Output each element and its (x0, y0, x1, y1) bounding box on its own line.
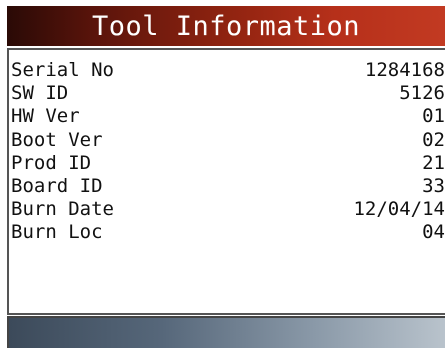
row-value: 01 (422, 105, 445, 128)
list-item-prod-id: Prod ID 21 (11, 152, 445, 175)
list-item-serial-no: Serial No 1284168 (11, 59, 445, 82)
row-label: Boot Ver (11, 128, 103, 151)
row-value: 02 (422, 128, 445, 151)
list-item-sw-id: SW ID 5126 (11, 82, 445, 105)
row-label: SW ID (11, 82, 69, 105)
list-item-boot-ver: Boot Ver 02 (11, 129, 445, 152)
list-item-board-id: Board ID 33 (11, 175, 445, 198)
list-item-burn-date: Burn Date 12/04/14 (11, 198, 445, 221)
row-value: 1284168 (364, 59, 445, 81)
row-value: 12/04/14 (353, 198, 445, 221)
page-title: Tool Information (91, 10, 361, 42)
row-value: 5126 (399, 82, 445, 105)
row-label: HW Ver (11, 105, 80, 128)
list-item-burn-loc: Burn Loc 04 (11, 221, 445, 244)
info-panel: Serial No 1284168 SW ID 5126 HW Ver 01 B… (7, 48, 445, 315)
row-value: 21 (422, 151, 445, 174)
row-value: 33 (422, 174, 445, 197)
tool-information-screen: Tool Information Serial No 1284168 SW ID… (0, 0, 445, 348)
row-label: Prod ID (11, 151, 92, 174)
bottom-status-bar (7, 316, 445, 348)
row-label: Burn Date (11, 198, 114, 221)
row-label: Board ID (11, 174, 103, 197)
list-item-hw-ver: HW Ver 01 (11, 105, 445, 128)
row-label: Burn Loc (11, 221, 103, 244)
title-bar: Tool Information (7, 6, 445, 46)
info-list: Serial No 1284168 SW ID 5126 HW Ver 01 B… (11, 59, 445, 245)
row-label: Serial No (11, 59, 114, 81)
row-value: 04 (422, 221, 445, 244)
